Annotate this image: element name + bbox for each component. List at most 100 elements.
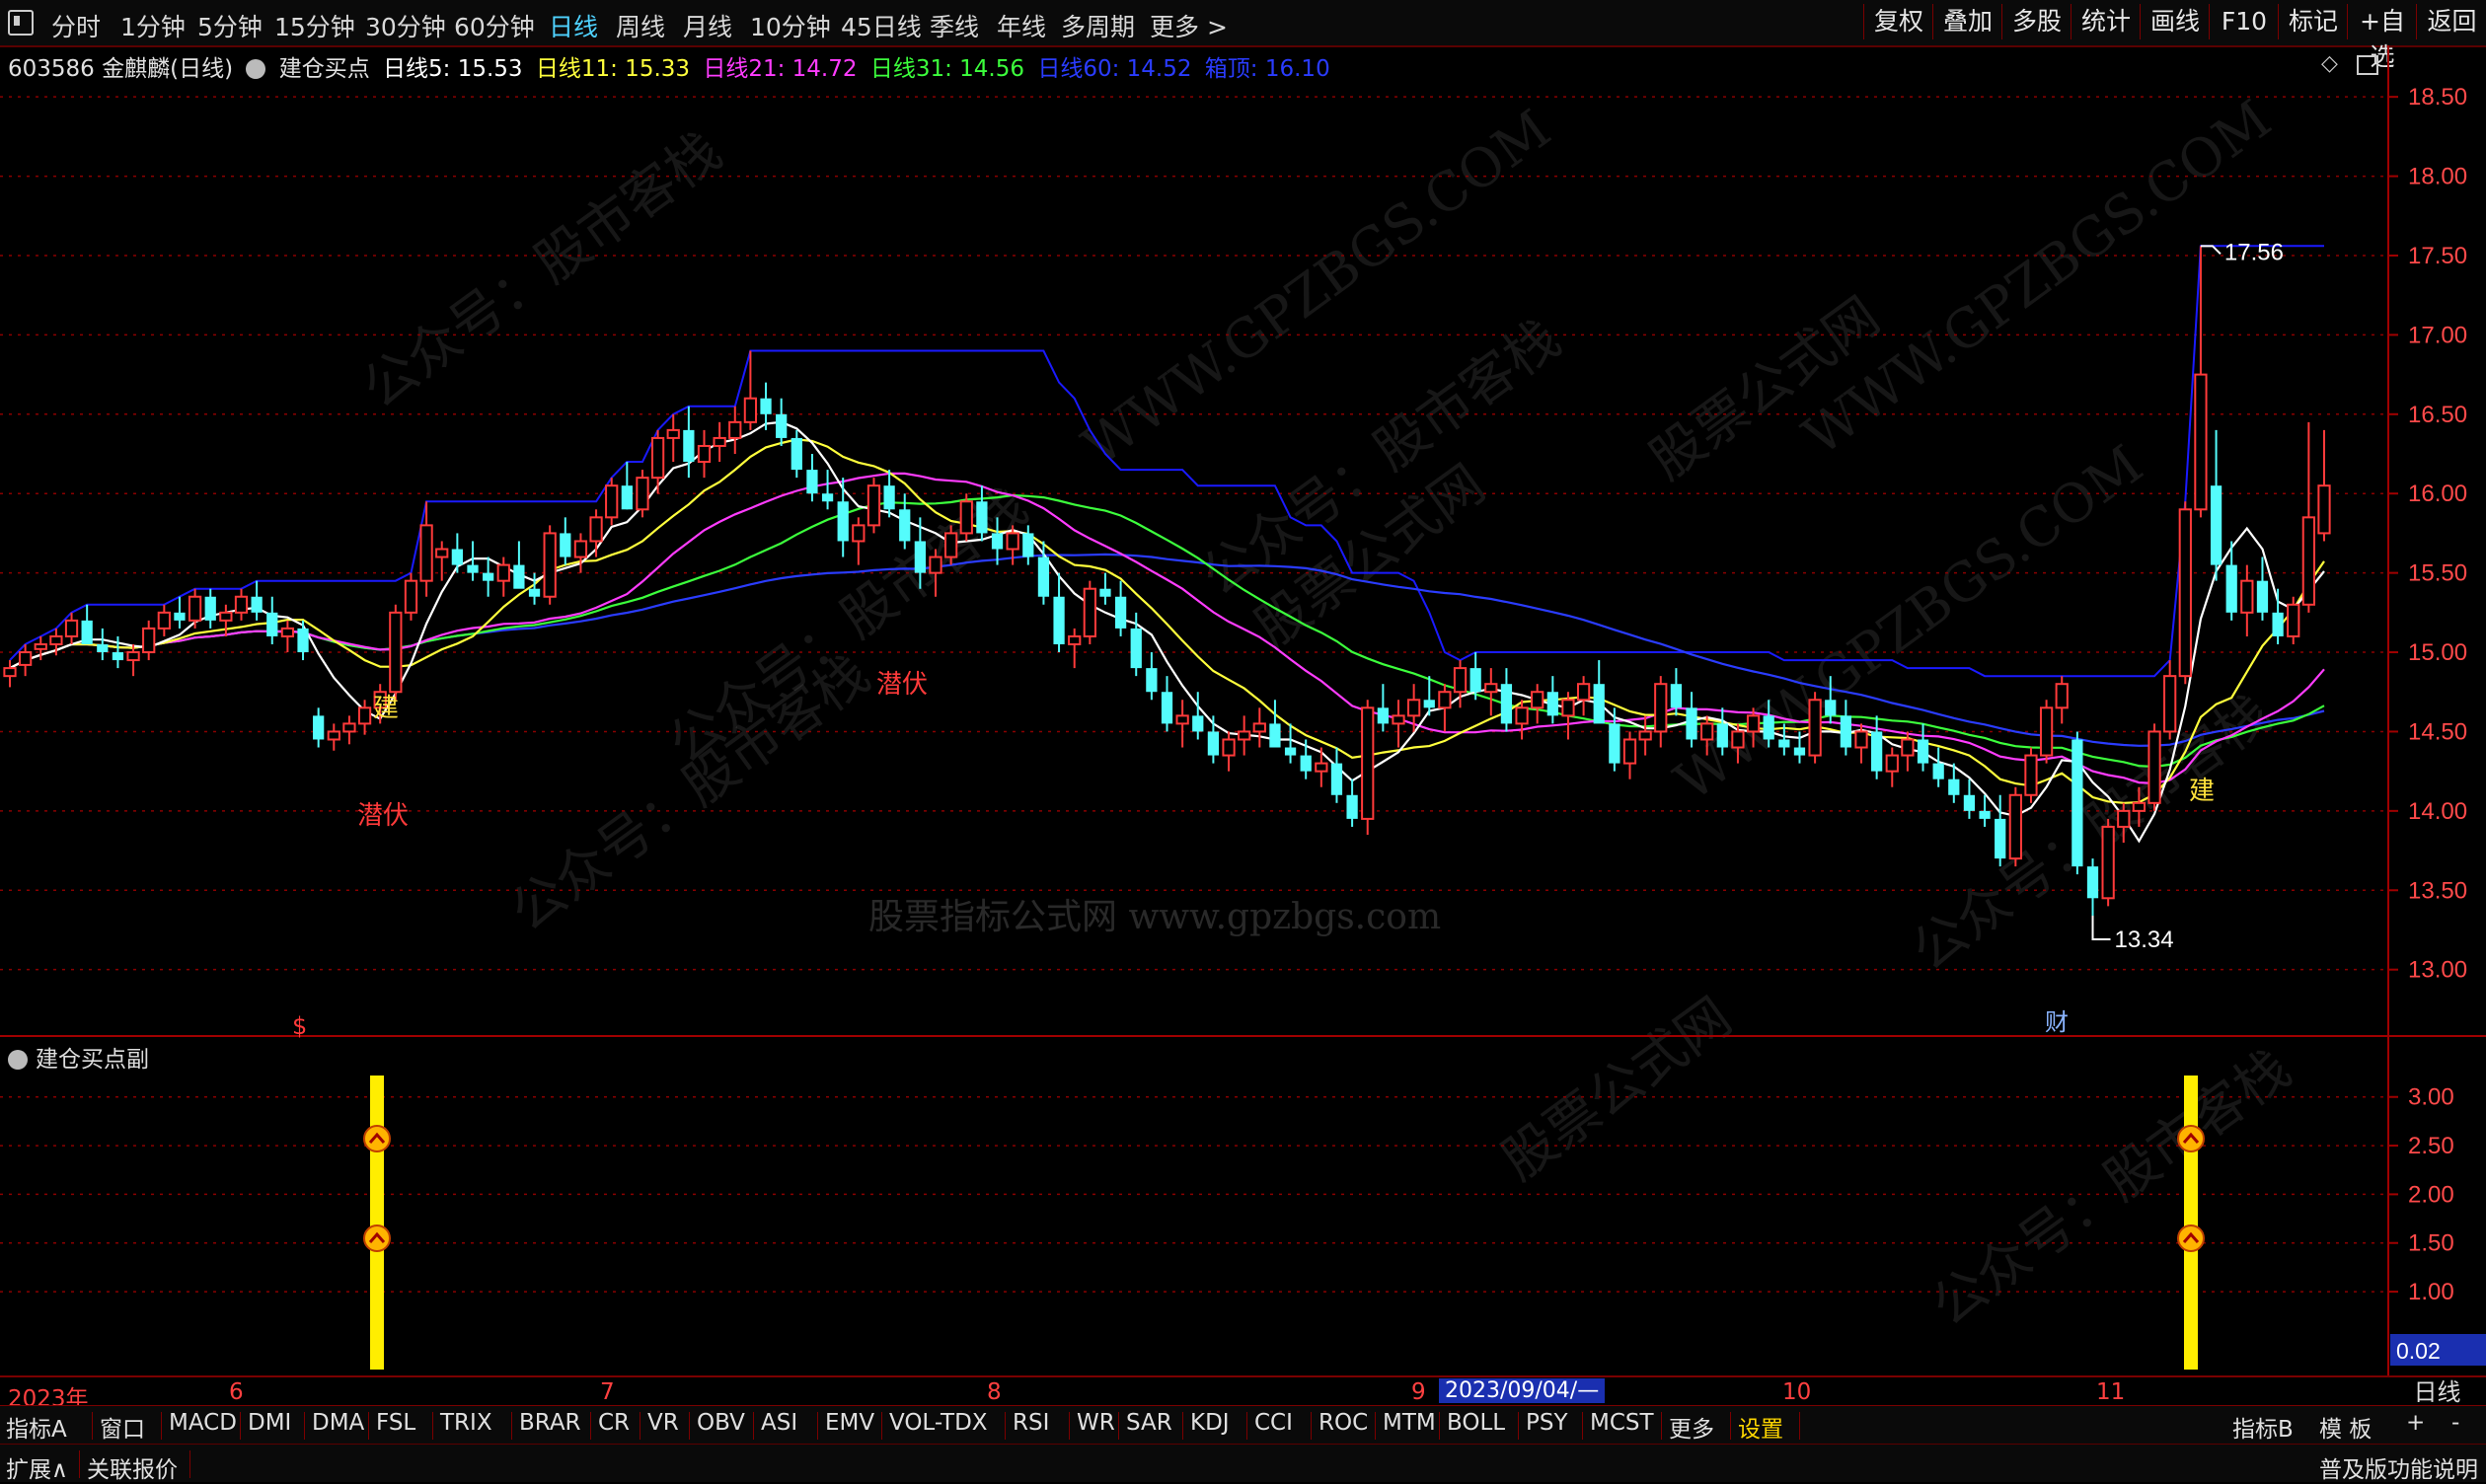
low-price-label: 13.34: [2115, 927, 2174, 953]
indicator-tab-ASI[interactable]: ASI: [761, 1410, 797, 1436]
price-tick-label: 14.50: [2408, 718, 2467, 745]
candle-body-up: [404, 579, 418, 614]
toolbar-button-1[interactable]: 叠加: [1932, 4, 2002, 39]
price-tick-label: 18.50: [2408, 84, 2467, 111]
candle-body-up: [1638, 730, 1652, 741]
indicator-tab-VR[interactable]: VR: [647, 1410, 679, 1436]
indicator-tab-DMI[interactable]: DMI: [248, 1410, 291, 1436]
toolbar-button-0[interactable]: 复权: [1863, 4, 1933, 39]
toolbar-button-7[interactable]: +自选: [2347, 4, 2417, 71]
candle-body-up: [1654, 683, 1668, 733]
candle-body-down: [899, 509, 911, 542]
indicator-tab-MACD[interactable]: MACD: [169, 1410, 237, 1436]
period-tab-6[interactable]: 日线: [549, 8, 598, 43]
indicator-tab-EMV[interactable]: EMV: [825, 1410, 874, 1436]
indicator-tab-窗口[interactable]: 窗口: [100, 1410, 145, 1444]
indicator-tab-SAR[interactable]: SAR: [1126, 1410, 1172, 1436]
tab-extra-指标B[interactable]: 指标B: [2232, 1410, 2294, 1444]
toolbar-button-3[interactable]: 统计: [2071, 4, 2141, 39]
candle-body-up: [188, 595, 202, 622]
kline-chart[interactable]: 18.50 18.00 17.50 17.00 16.50 16.00 15.50 15.00…: [0, 45, 2486, 1375]
indicator-tick-label: 2.50: [2408, 1133, 2454, 1159]
indicator-tab-CR[interactable]: CR: [598, 1410, 630, 1436]
candle-body-up: [944, 532, 958, 558]
period-tab-0[interactable]: 分时: [51, 8, 101, 43]
tab-extra--[interactable]: -: [2451, 1410, 2459, 1436]
candle-body-down: [174, 612, 186, 621]
indicator-tab-BOLL[interactable]: BOLL: [1447, 1410, 1505, 1436]
indicator-tab-MCST[interactable]: MCST: [1590, 1410, 1654, 1436]
indicator-tab-指标A[interactable]: 指标A: [6, 1410, 67, 1444]
candle-body-down: [621, 485, 633, 510]
indicator-tab-CCI[interactable]: CCI: [1254, 1410, 1293, 1436]
candle-body-down: [1330, 763, 1343, 795]
candle-body-down: [1948, 779, 1960, 795]
period-tab-9[interactable]: 10分钟: [750, 8, 831, 43]
period-tab-11[interactable]: 季线: [930, 8, 979, 43]
candle-body-down: [1284, 747, 1297, 756]
indicator-tabs: 指标A 窗口 MACD DMI DMA FSL TRIX BRAR CR VR OBV ASI EMV V…: [0, 1405, 2486, 1444]
candle-body-down: [1500, 684, 1513, 724]
period-tab-5[interactable]: 60分钟: [454, 8, 535, 43]
candle-body-up: [2132, 801, 2147, 812]
candle-body-up: [1083, 587, 1096, 637]
period-tab-13[interactable]: 多周期: [1061, 8, 1135, 43]
indicator-tab-PSY[interactable]: PSY: [1526, 1410, 1568, 1436]
period-tab-3[interactable]: 15分钟: [274, 8, 355, 43]
indicator-tab-ROC[interactable]: ROC: [1318, 1410, 1368, 1436]
period-tab-7[interactable]: 周线: [616, 8, 665, 43]
indicator-tab-设置[interactable]: 设置: [1738, 1410, 1783, 1444]
window-menu-icon[interactable]: [8, 10, 34, 36]
expand-button[interactable]: 扩展∧: [6, 1450, 68, 1484]
indicator-tab-WR[interactable]: WR: [1077, 1410, 1115, 1436]
indicator-tab-DMA[interactable]: DMA: [312, 1410, 364, 1436]
candle-body-up: [1252, 722, 1266, 733]
candle-body-up: [1222, 738, 1236, 757]
toolbar-button-4[interactable]: 画线: [2140, 4, 2210, 39]
candle-body-down: [1609, 723, 1620, 764]
indicator-tab-更多[interactable]: 更多: [1669, 1410, 1714, 1444]
indicator-tick-label: 2.00: [2408, 1181, 2454, 1208]
indicator-tab-FSL[interactable]: FSL: [376, 1410, 415, 1436]
period-tab-8[interactable]: 月线: [683, 8, 732, 43]
indicator-tab-TRIX[interactable]: TRIX: [440, 1410, 492, 1436]
dollar-marker: $: [292, 1012, 307, 1040]
indicator-tab-KDJ[interactable]: KDJ: [1190, 1410, 1230, 1436]
candle-body-up: [1315, 762, 1328, 773]
month-label: 6: [229, 1379, 244, 1405]
indicator-tab-OBV[interactable]: OBV: [697, 1410, 745, 1436]
indicator-tab-MTM[interactable]: MTM: [1383, 1410, 1436, 1436]
toolbar-button-2[interactable]: 多股: [2001, 4, 2072, 39]
indicator-panel-toggle-icon[interactable]: [8, 1050, 28, 1070]
candle-body-up: [1885, 754, 1899, 773]
indicator-tab-RSI[interactable]: RSI: [1013, 1410, 1049, 1436]
tab-extra-+[interactable]: +: [2406, 1410, 2425, 1436]
candle-body-up: [2117, 809, 2131, 828]
period-tab-2[interactable]: 5分钟: [197, 8, 263, 43]
period-tab-1[interactable]: 1分钟: [120, 8, 186, 43]
period-tab-14[interactable]: 更多 >: [1150, 8, 1228, 43]
tab-extra-模 板[interactable]: 模 板: [2319, 1410, 2372, 1444]
period-tab-10[interactable]: 45日线: [841, 8, 922, 43]
candle-body-down: [451, 549, 463, 565]
toolbar-button-8[interactable]: 返回: [2416, 4, 2486, 39]
candle-body-up: [666, 428, 680, 439]
toolbar-button-5[interactable]: F10: [2209, 4, 2279, 39]
related-quote-button[interactable]: 关联报价: [87, 1450, 178, 1484]
toolbar-button-6[interactable]: 标记: [2278, 4, 2348, 39]
candle-body-down: [1377, 707, 1389, 724]
candle-body-up: [34, 642, 47, 650]
edition-info-button[interactable]: 普及版功能说明: [2319, 1450, 2478, 1484]
period-tab-12[interactable]: 年线: [997, 8, 1046, 43]
candle-body-up: [1622, 738, 1637, 765]
candle-body-down: [1300, 755, 1312, 772]
candle-body-down: [483, 572, 494, 581]
period-tab-4[interactable]: 30分钟: [365, 8, 446, 43]
frequency-label[interactable]: 日线: [2388, 1375, 2486, 1407]
candle-body-down: [112, 652, 124, 661]
indicator-tab-BRAR[interactable]: BRAR: [519, 1410, 581, 1436]
box-top-line: [9, 245, 2324, 678]
candle-body-down: [1192, 715, 1204, 732]
indicator-tab-VOL-TDX[interactable]: VOL-TDX: [889, 1410, 988, 1436]
candle-body-up: [2301, 516, 2315, 606]
